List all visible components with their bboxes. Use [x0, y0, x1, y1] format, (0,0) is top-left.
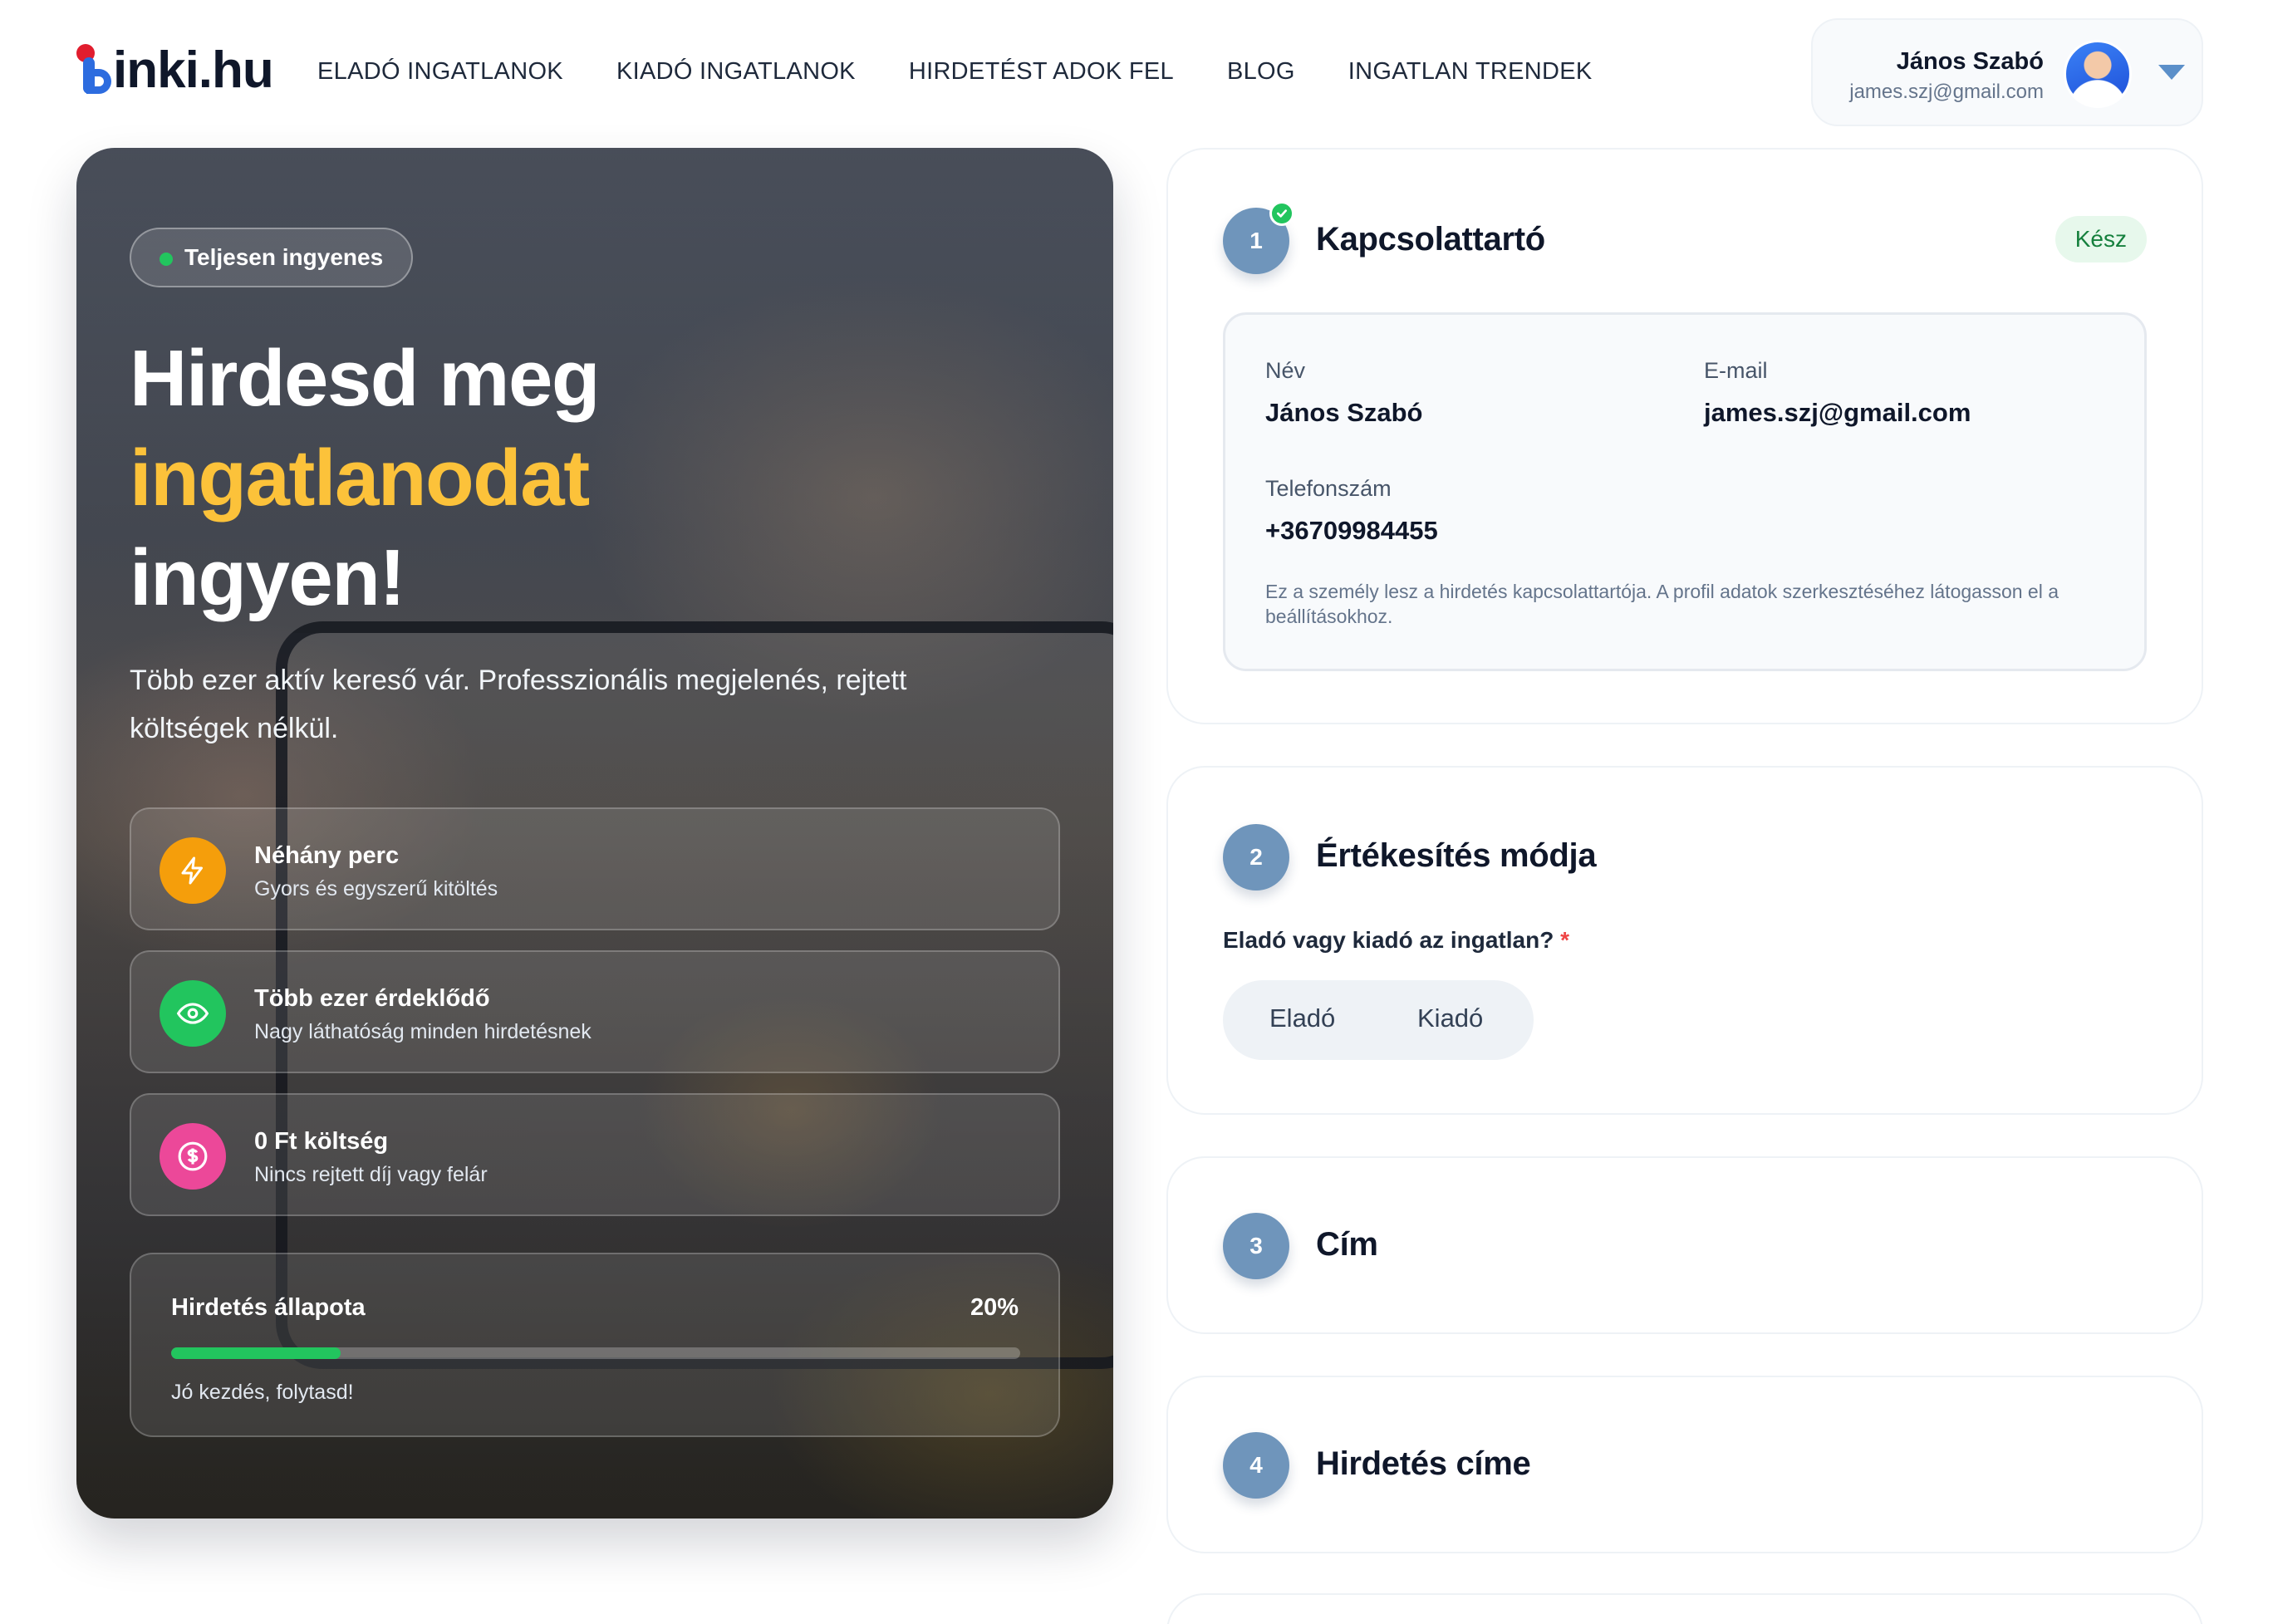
feature-desc: Nincs rejtett díj vagy felár [254, 1163, 488, 1186]
email-label: E-mail [1704, 358, 1768, 383]
user-menu[interactable]: János Szabó james.szj@gmail.com [1811, 18, 2203, 126]
feature-card-cost: 0 Ft költség Nincs rejtett díj vagy felá… [130, 1093, 1060, 1216]
sale-type-question: Eladó vagy kiadó az ingatlan? * [1223, 927, 1569, 954]
step-section-next[interactable] [1166, 1593, 2203, 1624]
dollar-icon [160, 1123, 226, 1190]
feature-card-reach: Több ezer érdeklődő Nagy láthatóság mind… [130, 950, 1060, 1073]
free-badge: Teljesen ingyenes [130, 228, 414, 287]
step-title-sale-type[interactable]: Értékesítés módja [1316, 837, 1597, 875]
hero-subtitle: Több ezer aktív kereső vár. Professzioná… [130, 665, 907, 744]
status-title: Hirdetés állapota [171, 1294, 366, 1321]
step-title-contact[interactable]: Kapcsolattartó [1316, 221, 1545, 258]
user-email: james.szj@gmail.com [1849, 81, 2044, 103]
site-logo[interactable]: inki.hu [75, 40, 274, 100]
feature-card-fast: Néhány perc Gyors és egyszerű kitöltés [130, 807, 1060, 930]
nav-item-hirdetest-adok-fel[interactable]: HIRDETÉST ADOK FEL [909, 58, 1174, 86]
step-title-listing-title[interactable]: Hirdetés címe [1316, 1445, 1531, 1483]
top-header: inki.hu ELADÓ INGATLANOK KIADÓ INGATLANO… [0, 0, 2273, 141]
phone-value: +36709984455 [1265, 516, 1438, 545]
main-nav: ELADÓ INGATLANOK KIADÓ INGATLANOK HIRDET… [317, 58, 1646, 86]
sale-type-toggle: Eladó Kiadó [1223, 980, 1534, 1060]
logo-text: inki.hu [113, 41, 274, 99]
hero-card: Teljesen ingyenes Hirdesd meg ingatlanod… [76, 148, 1113, 1519]
step-section-sale-type: 2 Értékesítés módja Eladó vagy kiadó az … [1166, 766, 2203, 1115]
progress-bar-fill [171, 1347, 341, 1359]
lightning-icon [160, 837, 226, 904]
nav-item-kiado[interactable]: KIADÓ INGATLANOK [616, 58, 856, 86]
name-value: János Szabó [1265, 398, 1423, 427]
step-number-3: 3 [1223, 1213, 1289, 1279]
avatar[interactable] [2064, 40, 2132, 108]
step-section-contact: 1 Kapcsolattartó Kész Név János Szabó E-… [1166, 148, 2203, 724]
feature-title: 0 Ft költség [254, 1128, 389, 1155]
option-elado-button[interactable]: Eladó [1269, 1003, 1335, 1033]
step-title-address[interactable]: Cím [1316, 1226, 1378, 1263]
step-section-address[interactable]: 3 Cím [1166, 1156, 2203, 1334]
required-mark: * [1560, 927, 1570, 953]
step-number-4: 4 [1223, 1432, 1289, 1499]
logo-mark-icon [75, 41, 111, 99]
progress-bar [171, 1347, 1020, 1359]
nav-item-elado[interactable]: ELADÓ INGATLANOK [317, 58, 563, 86]
feature-title: Néhány perc [254, 842, 400, 869]
option-kiado-button[interactable]: Kiadó [1417, 1003, 1483, 1033]
nav-item-blog[interactable]: BLOG [1227, 58, 1295, 86]
feature-desc: Nagy láthatóság minden hirdetésnek [254, 1020, 592, 1043]
eye-icon [160, 980, 226, 1047]
headline-line-1: Hirdesd meg [130, 334, 600, 423]
contact-info-box: Név János Szabó E-mail james.szj@gmail.c… [1223, 312, 2147, 671]
question-text: Eladó vagy kiadó az ingatlan? [1223, 927, 1554, 953]
status-badge: Kész [2055, 216, 2147, 262]
hero-headline: Hirdesd meg ingatlanodat ingyen! [130, 329, 600, 628]
check-icon [1269, 201, 1294, 226]
step-section-listing-title[interactable]: 4 Hirdetés címe [1166, 1376, 2203, 1553]
contact-note: Ez a személy lesz a hirdetés kapcsolatta… [1265, 581, 2059, 627]
step-number-2: 2 [1223, 824, 1289, 891]
headline-accent: ingatlanodat [130, 434, 590, 523]
name-label: Név [1265, 358, 1306, 383]
user-name: János Szabó [1896, 48, 2044, 75]
feature-desc: Gyors és egyszerű kitöltés [254, 877, 498, 900]
status-dot-icon [160, 253, 173, 266]
headline-line-3: ingyen! [130, 533, 405, 622]
chevron-down-icon[interactable] [2158, 65, 2185, 80]
free-badge-label: Teljesen ingyenes [184, 244, 384, 270]
phone-label: Telefonszám [1265, 476, 1392, 501]
nav-item-ingatlan-trendek[interactable]: INGATLAN TRENDEK [1348, 58, 1593, 86]
status-percent: 20% [970, 1294, 1019, 1321]
email-value: james.szj@gmail.com [1704, 398, 1971, 427]
feature-title: Több ezer érdeklődő [254, 985, 490, 1012]
listing-status-card: Hirdetés állapota 20% Jó kezdés, folytas… [130, 1253, 1060, 1437]
status-note: Jó kezdés, folytasd! [171, 1381, 354, 1404]
